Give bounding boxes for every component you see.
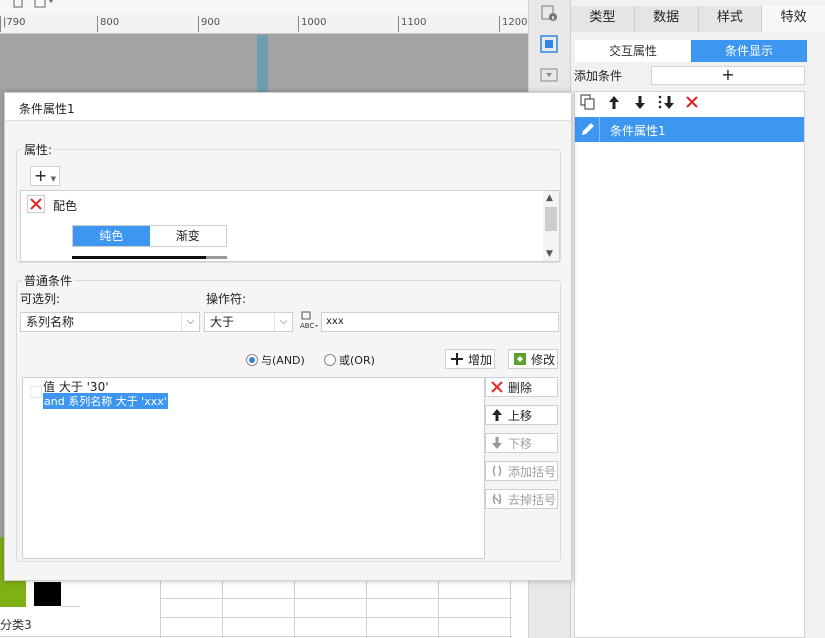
condition-list: 条件属性1 (574, 91, 805, 638)
effects-subtabs: 交互属性 条件显示 (575, 40, 807, 62)
add-bracket-button[interactable]: 添加括号 (485, 461, 558, 481)
move-bottom-icon[interactable] (657, 94, 674, 111)
modify-icon (514, 353, 526, 365)
frame-dropdown-icon[interactable] (34, 0, 58, 9)
ruler-tick-label: 800 (100, 17, 120, 28)
and-radio[interactable]: 与(AND) (246, 352, 305, 368)
selection-marker (257, 35, 268, 95)
or-radio[interactable]: 或(OR) (324, 352, 375, 368)
plus-icon (451, 353, 463, 365)
ruler-tick-label: 1000 (301, 17, 327, 28)
arrow-down-icon (492, 437, 502, 449)
expression-list[interactable]: 值 大于 '30' and 系列名称 大于 'xxx' (22, 377, 485, 559)
value-type-icon[interactable]: ABC (299, 311, 319, 331)
column-label: 可选列: (20, 292, 61, 306)
panel-tabs: 类型 数据 样式 特效 (571, 6, 825, 32)
gradient-option[interactable]: 渐变 (149, 226, 226, 246)
property-name: 配色 (53, 199, 78, 213)
column-select[interactable]: 系列名称 ⌵ (20, 312, 200, 332)
document-icon[interactable] (12, 0, 24, 9)
scrollbar-thumb[interactable] (545, 207, 557, 231)
tab-data[interactable]: 数据 (634, 6, 699, 32)
ruler-tick-label: 1100 (401, 17, 427, 28)
common-condition-label: 普通条件 (22, 272, 75, 289)
svg-text:ABC: ABC (300, 322, 314, 330)
chevron-down-icon: ⌵ (274, 313, 292, 331)
tab-style[interactable]: 样式 (698, 6, 763, 32)
bracket-icon (492, 465, 502, 477)
add-condition-item-button[interactable]: 增加 (445, 349, 495, 369)
expression-row-selected[interactable]: and 系列名称 大于 'xxx' (43, 393, 168, 409)
add-condition-label: 添加条件 (574, 69, 623, 83)
move-down-icon[interactable] (631, 94, 648, 111)
condition-item-label: 条件属性1 (610, 124, 666, 138)
dialog-title: 条件属性1 (19, 102, 75, 116)
remove-bracket-button[interactable]: 去掉括号 (485, 489, 558, 509)
dialog-titlebar[interactable]: 条件属性1 (5, 93, 571, 121)
edit-pencil-icon[interactable] (579, 120, 597, 138)
radio-dot (324, 354, 336, 366)
condition-value-input[interactable]: xxx (321, 312, 559, 332)
tab-effects[interactable]: 特效 (762, 6, 825, 32)
condition-attribute-dialog: 条件属性1 属性: + ▼ 配色 纯色 渐变 ▲ ▼ 普通条件 可选列: 操作符:… (4, 92, 572, 581)
ruler-tick-label: 1200 (502, 17, 528, 28)
attribute-group-label: 属性: (22, 141, 55, 158)
expression-checkbox[interactable] (30, 386, 42, 398)
property-scrollbar[interactable]: ▲ ▼ (543, 191, 559, 261)
remove-property-button[interactable] (27, 195, 45, 213)
radio-dot (246, 354, 258, 366)
delete-expression-button[interactable]: 删除 (485, 377, 558, 397)
color-preview[interactable] (72, 256, 206, 259)
report-grid[interactable] (0, 580, 528, 638)
delete-icon[interactable] (683, 94, 700, 111)
frame-select-icon[interactable] (540, 35, 558, 53)
tab-type[interactable]: 类型 (571, 6, 635, 32)
chart-bar-black (34, 582, 61, 606)
dropdown-widget-icon[interactable] (540, 66, 558, 84)
remove-bracket-icon (492, 493, 502, 505)
property-list: 配色 纯色 渐变 ▲ ▼ (20, 190, 560, 262)
color-mode-toggle: 纯色 渐变 (72, 225, 227, 247)
move-down-button[interactable]: 下移 (485, 433, 558, 453)
solid-color-option[interactable]: 纯色 (73, 226, 150, 246)
info-settings-icon[interactable] (540, 4, 558, 22)
subtab-interaction[interactable]: 交互属性 (575, 40, 691, 62)
operator-select[interactable]: 大于 ⌵ (204, 312, 293, 332)
move-up-button[interactable]: 上移 (485, 405, 558, 425)
copy-icon[interactable] (579, 94, 596, 111)
ruler-tick-label: |790 (3, 17, 26, 28)
condition-toolbar (579, 94, 700, 111)
delete-icon (30, 198, 42, 210)
properties-panel: 类型 数据 样式 特效 交互属性 条件显示 添加条件 + 条件属性1 (570, 0, 825, 638)
operator-label: 操作符: (206, 292, 247, 306)
move-up-icon[interactable] (605, 94, 622, 111)
scroll-up-icon[interactable]: ▲ (546, 193, 553, 203)
category-label: 分类3 (0, 618, 32, 632)
canvas-toolbar (0, 0, 528, 14)
add-property-button[interactable]: + ▼ (30, 166, 60, 186)
arrow-up-icon (492, 409, 502, 421)
delete-icon (491, 381, 503, 393)
chevron-down-icon: ⌵ (181, 313, 199, 331)
modify-button[interactable]: 修改 (508, 349, 558, 369)
subtab-conditional-display[interactable]: 条件显示 (691, 40, 807, 62)
scroll-down-icon[interactable]: ▼ (546, 249, 553, 259)
add-condition-button[interactable]: + (651, 66, 805, 85)
ruler-tick-label: 900 (201, 17, 221, 28)
condition-item[interactable]: 条件属性1 (575, 117, 804, 142)
color-preview-end (206, 256, 227, 259)
horizontal-ruler: |790 800 900 1000 1100 1200 (0, 0, 528, 34)
